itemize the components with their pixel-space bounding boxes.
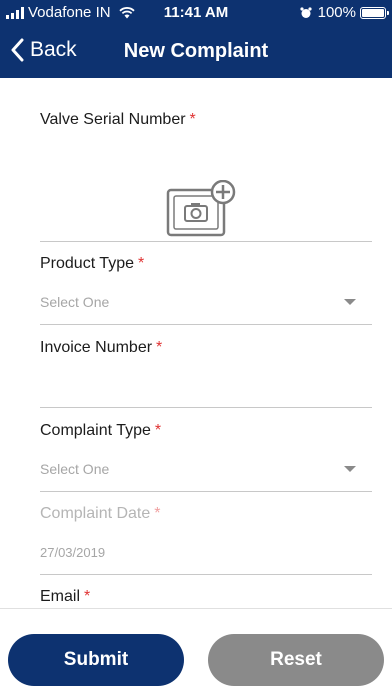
complaint-date-field: Complaint Date * — [40, 505, 372, 523]
invoice-number-input[interactable] — [40, 370, 372, 400]
complaint-date-label: Complaint Date — [40, 505, 151, 522]
complaint-form: Valve Serial Number * Product Type * Selec… — [0, 78, 392, 608]
invoice-number-label: Invoice Number — [40, 339, 153, 356]
add-photo-button[interactable] — [166, 179, 236, 238]
divider — [40, 574, 372, 575]
divider — [40, 324, 372, 325]
required-mark: * — [154, 422, 162, 439]
complaint-type-label: Complaint Type — [40, 422, 151, 439]
required-mark: * — [154, 505, 161, 522]
chevron-down-icon — [344, 299, 356, 305]
status-right: 100% — [300, 4, 389, 21]
divider — [40, 241, 372, 242]
required-mark: * — [84, 588, 91, 605]
alarm-icon — [300, 6, 312, 18]
camera-add-icon — [166, 179, 236, 237]
divider — [40, 407, 372, 408]
footer-divider — [0, 608, 392, 609]
valve-serial-field: Valve Serial Number * — [40, 111, 372, 129]
battery-percent: 100% — [317, 4, 356, 21]
product-type-label: Product Type — [40, 255, 134, 272]
required-mark: * — [189, 111, 196, 128]
valve-serial-label: Valve Serial Number — [40, 111, 186, 128]
complaint-type-field: Complaint Type * — [40, 422, 372, 440]
email-label: Email — [40, 588, 81, 605]
complaint-date-value: 27/03/2019 — [40, 545, 106, 560]
required-mark: * — [137, 255, 145, 272]
required-mark: * — [156, 339, 163, 356]
email-field: Email * — [40, 588, 372, 606]
product-type-select[interactable]: Select One — [40, 290, 372, 314]
battery-icon — [360, 6, 389, 19]
page-title: New Complaint — [123, 40, 269, 62]
reset-button[interactable]: Reset — [208, 634, 384, 686]
invoice-number-field: Invoice Number * — [40, 339, 372, 357]
submit-button[interactable]: Submit — [8, 634, 184, 686]
status-bar: Vodafone IN 11:41 AM 100% — [0, 0, 392, 26]
complaint-type-select[interactable]: Select One — [40, 457, 372, 481]
navigation-bar: Back New Complaint — [0, 26, 392, 78]
product-type-placeholder: Select One — [40, 294, 110, 310]
chevron-down-icon — [344, 466, 356, 472]
complaint-type-placeholder: Select One — [40, 461, 110, 477]
divider — [40, 491, 372, 492]
product-type-field: Product Type * — [40, 255, 372, 273]
